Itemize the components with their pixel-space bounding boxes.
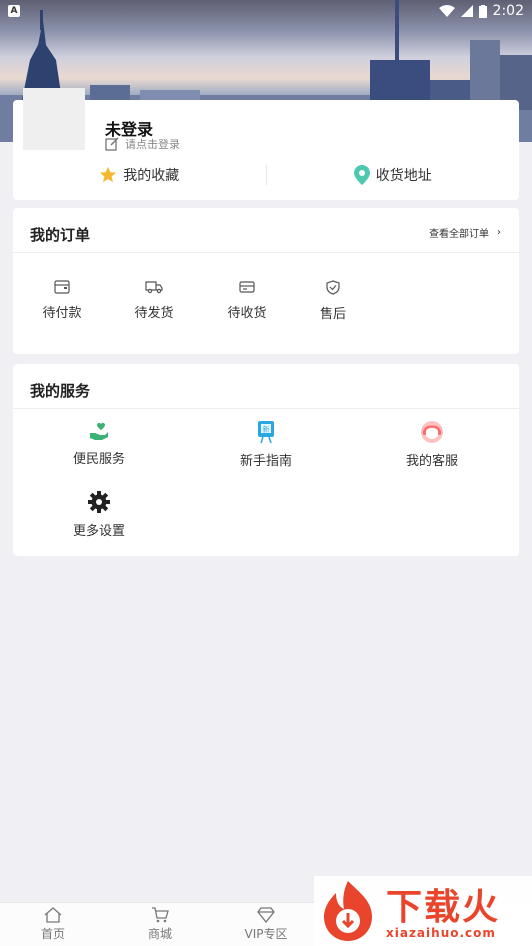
flame-logo-icon [324,881,372,941]
services-card: 我的服务 便民服务 新 新手指南 我的客服 更多设置 [13,364,519,556]
address-label: 收货地址 [375,168,432,184]
service-label: 便民服务 [72,452,125,467]
edit-icon [105,137,119,151]
guide-board-icon: 新 [258,421,274,444]
home-icon [44,907,62,923]
service-customer-support[interactable]: 我的客服 [362,420,502,469]
tab-label: 商城 [147,927,172,941]
orders-card: 我的订单 查看全部订单 › 待付款 待发货 待收货 售后 [13,208,519,354]
notification-icon: A [8,5,20,17]
star-icon [100,166,117,183]
service-convenience[interactable]: 便民服务 [29,420,169,467]
order-label: 待付款 [42,306,82,321]
order-label: 待收货 [227,306,267,321]
avatar[interactable] [23,88,85,150]
svg-text:新: 新 [263,425,270,434]
service-guide[interactable]: 新 新手指南 [196,420,336,469]
gear-icon [88,491,110,513]
orders-title: 我的订单 [30,226,91,244]
view-all-label: 查看全部订单 [429,229,489,240]
cart-icon [152,907,169,923]
order-pending-payment[interactable]: 待付款 [22,280,102,321]
service-label: 我的客服 [405,454,458,469]
location-pin-icon [353,165,370,185]
order-pending-shipment[interactable]: 待发货 [114,280,194,321]
view-all-orders-link[interactable]: 查看全部订单 › [429,225,501,240]
profile-card: 未登录 请点击登录 我的收藏 收货地址 [13,88,519,200]
favorites-label: 我的收藏 [123,168,180,184]
tab-vip[interactable]: VIP专区 [226,907,306,942]
hand-heart-icon [90,422,108,440]
favorites-link[interactable]: 我的收藏 [13,165,266,185]
divider [13,408,519,409]
tab-home[interactable]: 首页 [13,907,93,942]
diamond-icon [257,907,275,923]
watermark-title: 下载火 [386,887,501,928]
shield-icon [326,280,340,295]
wifi-icon [438,5,455,17]
login-hint-text: 请点击登录 [125,138,180,151]
status-time: 2:02 [492,3,524,19]
watermark-url: xiazaihuo.com [386,926,496,940]
order-label: 待发货 [134,306,174,321]
order-label: 售后 [319,307,346,322]
service-label: 新手指南 [239,454,292,469]
chevron-right-icon: › [497,227,501,238]
status-bar: A 2:02 [0,0,532,22]
service-more-settings[interactable]: 更多设置 [29,490,169,539]
battery-icon [478,4,487,18]
signal-icon [460,5,473,17]
login-link[interactable]: 请点击登录 [105,136,180,152]
services-title: 我的服务 [30,382,91,400]
watermark: 下载火 xiazaihuo.com [314,876,532,946]
customer-service-icon [421,421,443,443]
tab-label: 首页 [40,927,65,941]
tab-label: VIP专区 [244,927,288,941]
divider [13,252,519,253]
order-after-sales[interactable]: 售后 [293,280,373,322]
order-pending-receipt[interactable]: 待收货 [207,280,287,321]
truck-icon [145,281,163,294]
card-icon [239,281,255,293]
wallet-icon [54,280,70,294]
address-link[interactable]: 收货地址 [267,165,520,185]
service-label: 更多设置 [72,524,125,539]
quick-links: 我的收藏 收货地址 [13,160,519,190]
tab-mall[interactable]: 商城 [120,907,200,942]
